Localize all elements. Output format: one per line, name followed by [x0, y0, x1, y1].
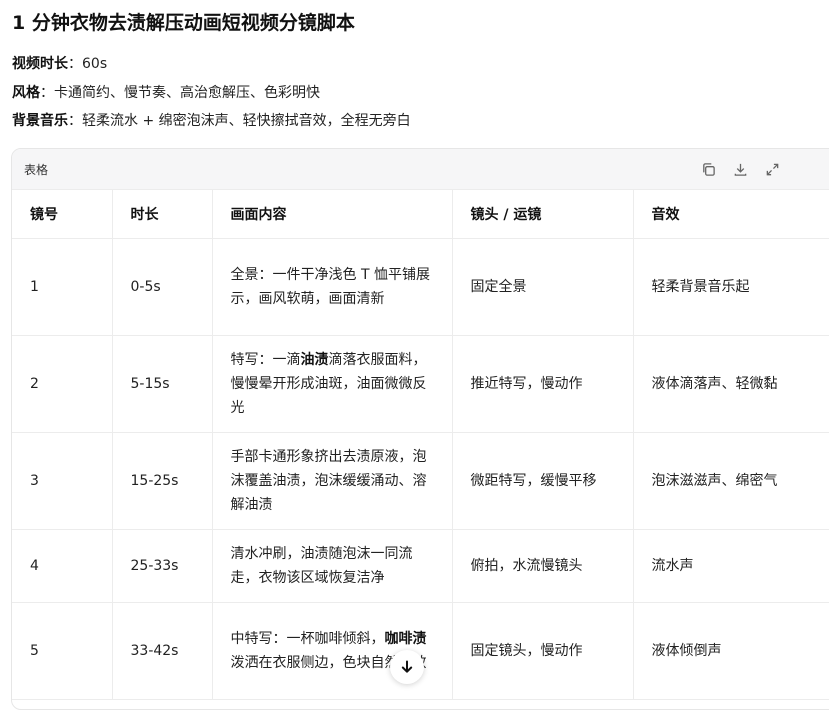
cell-content: 中特写：一杯咖啡倾斜，咖啡渍泼洒在衣服侧边，色块自然扩散 — [212, 602, 453, 700]
cell-content-text: 清水冲刷，油渍随泡沫一同流走，衣物该区域恢复洁净 — [230, 546, 413, 586]
header-sound: 音效 — [633, 190, 829, 239]
table-row: 4 25-33s 清水冲刷，油渍随泡沫一同流走，衣物该区域恢复洁净 俯拍，水流慢… — [12, 529, 829, 603]
copy-icon[interactable] — [698, 159, 718, 179]
cell-sound: 液体滴落声、轻微黏 — [633, 335, 829, 433]
meta-style-label: 风格 — [12, 85, 40, 101]
cell-content: 全景：一件干净浅色 T 恤平铺展示，画风软萌，画面清新 — [212, 238, 453, 336]
meta-music-label: 背景音乐 — [12, 113, 68, 129]
cell-content-text: 中特写：一杯咖啡倾斜， — [230, 631, 385, 647]
header-duration: 时长 — [112, 190, 213, 239]
cell-content: 特写：一滴油渍滴落衣服面料，慢慢晕开形成油斑，油面微微反光 — [212, 335, 453, 433]
storyboard-table: 镜号 时长 画面内容 镜头 / 运镜 音效 1 0-5s 全景：一件干净浅色 T… — [12, 190, 829, 700]
cell-shot-no: 5 — [12, 602, 113, 700]
page-title: 1 分钟衣物去渍解压动画短视频分镜脚本 — [12, 12, 355, 34]
table-row: 5 33-42s 中特写：一杯咖啡倾斜，咖啡渍泼洒在衣服侧边，色块自然扩散 固定… — [12, 602, 829, 700]
table-card-header: 表格 — [12, 149, 829, 190]
scroll-down-button[interactable] — [390, 650, 424, 684]
header-shot-no: 镜号 — [12, 190, 113, 239]
cell-sound: 泡沫滋滋声、绵密气 — [633, 432, 829, 530]
cell-sound: 轻柔背景音乐起 — [633, 238, 829, 336]
table-row: 1 0-5s 全景：一件干净浅色 T 恤平铺展示，画风软萌，画面清新 固定全景 … — [12, 238, 829, 336]
cell-content-highlight: 咖啡渍 — [384, 631, 427, 647]
cell-content: 手部卡通形象挤出去渍原液，泡沫覆盖油渍，泡沫缓缓涌动、溶解油渍 — [212, 432, 453, 530]
cell-sound: 流水声 — [633, 529, 829, 603]
cell-content: 清水冲刷，油渍随泡沫一同流走，衣物该区域恢复洁净 — [212, 529, 453, 603]
meta-music-value: ：轻柔流水 + 绵密泡沫声、轻快擦拭音效，全程无旁白 — [68, 113, 411, 129]
cell-camera: 俯拍，水流慢镜头 — [452, 529, 634, 603]
meta-duration: 视频时长：60s — [12, 53, 107, 73]
cell-sound: 液体倾倒声 — [633, 602, 829, 700]
cell-duration: 0-5s — [112, 238, 213, 336]
cell-content-text: 全景：一件干净浅色 T 恤平铺展示，画风软萌，画面清新 — [230, 267, 430, 307]
meta-music: 背景音乐：轻柔流水 + 绵密泡沫声、轻快擦拭音效，全程无旁白 — [12, 110, 411, 130]
arrow-down-icon — [401, 660, 413, 673]
cell-shot-no: 4 — [12, 529, 113, 603]
cell-content-highlight: 油渍 — [300, 352, 329, 368]
table-card-title: 表格 — [24, 163, 49, 177]
meta-duration-label: 视频时长 — [12, 56, 68, 72]
table-card: 表格 镜号 时长 画面内容 镜头 / 运镜 音效 1 0-5s 全景：一件干净浅… — [11, 148, 829, 710]
meta-duration-value: ：60s — [68, 56, 108, 72]
cell-camera: 微距特写，缓慢平移 — [452, 432, 634, 530]
cell-duration: 5-15s — [112, 335, 213, 433]
cell-content-text: 特写：一滴 — [230, 352, 301, 368]
meta-style: 风格：卡通简约、慢节奏、高治愈解压、色彩明快 — [12, 82, 320, 102]
cell-duration: 33-42s — [112, 602, 213, 700]
cell-camera: 固定镜头，慢动作 — [452, 602, 634, 700]
cell-duration: 25-33s — [112, 529, 213, 603]
header-content: 画面内容 — [212, 190, 453, 239]
table-row: 3 15-25s 手部卡通形象挤出去渍原液，泡沫覆盖油渍，泡沫缓缓涌动、溶解油渍… — [12, 432, 829, 530]
table-header-row: 镜号 时长 画面内容 镜头 / 运镜 音效 — [12, 190, 829, 239]
header-camera: 镜头 / 运镜 — [452, 190, 634, 239]
cell-shot-no: 3 — [12, 432, 113, 530]
cell-duration: 15-25s — [112, 432, 213, 530]
meta-style-value: ：卡通简约、慢节奏、高治愈解压、色彩明快 — [40, 85, 320, 101]
cell-shot-no: 2 — [12, 335, 113, 433]
cell-content-text: 手部卡通形象挤出去渍原液，泡沫覆盖油渍，泡沫缓缓涌动、溶解油渍 — [230, 449, 427, 513]
cell-shot-no: 1 — [12, 238, 113, 336]
table-row: 2 5-15s 特写：一滴油渍滴落衣服面料，慢慢晕开形成油斑，油面微微反光 推近… — [12, 335, 829, 433]
cell-camera: 固定全景 — [452, 238, 634, 336]
download-icon[interactable] — [730, 159, 750, 179]
expand-icon[interactable] — [762, 159, 782, 179]
cell-camera: 推近特写，慢动作 — [452, 335, 634, 433]
